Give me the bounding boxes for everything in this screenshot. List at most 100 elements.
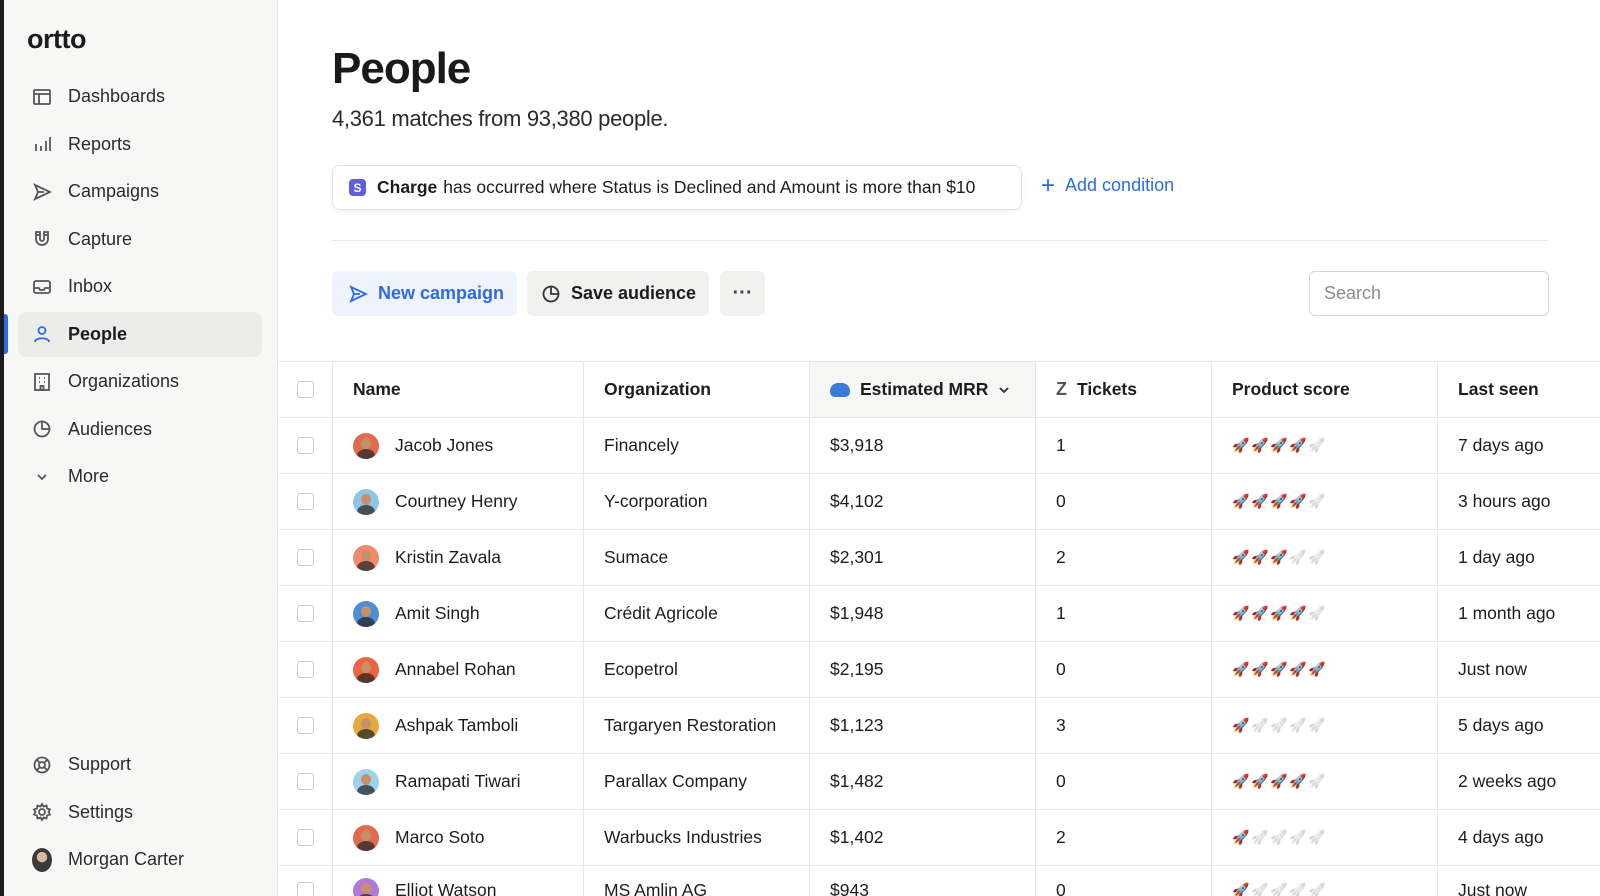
cell-mrr: $1,123 [810,698,1036,753]
rocket-icon: 🚀 [1308,829,1326,845]
sidebar-item-organizations[interactable]: Organizations [18,359,262,404]
cell-mrr: $4,102 [810,474,1036,529]
sidebar-item-people[interactable]: People [18,311,262,357]
search-input[interactable] [1324,283,1556,304]
sidebar-item-campaigns[interactable]: Campaigns [18,169,262,214]
table-row[interactable]: Ashpak Tamboli Targaryen Restoration $1,… [279,698,1600,754]
cell-organization: Sumace [584,530,810,585]
table-row[interactable]: Courtney Henry Y-corporation $4,102 0 🚀 🚀… [279,474,1600,530]
more-actions-button[interactable]: ··· [720,271,765,316]
product-score-rating: 🚀 🚀 🚀 🚀 🚀 [1232,717,1325,734]
avatar [353,712,379,739]
cell-name[interactable]: Amit Singh [333,586,584,641]
column-header-last-seen[interactable]: Last seen [1438,362,1600,417]
row-checkbox[interactable] [297,717,314,734]
bar-chart-icon [32,134,52,154]
cell-name[interactable]: Jacob Jones [333,418,584,473]
filter-condition-chip[interactable]: S Charge has occurred where Status is De… [332,165,1022,210]
sidebar: ortto Dashboards Reports Campaigns Captu… [0,0,278,896]
cell-name[interactable]: Ramapati Tiwari [333,754,584,809]
table-row[interactable]: Marco Soto Warbucks Industries $1,402 2 … [279,810,1600,866]
tickets-count: 1 [1056,603,1066,623]
rocket-icon: 🚀 [1308,882,1326,896]
row-checkbox[interactable] [297,437,314,454]
table-row[interactable]: Ramapati Tiwari Parallax Company $1,482 … [279,754,1600,810]
row-checkbox[interactable] [297,882,314,896]
tickets-count: 0 [1056,659,1066,679]
new-campaign-button[interactable]: New campaign [332,271,517,316]
sidebar-bottom-nav: Support Settings Morgan Carter [18,742,262,885]
cell-mrr: $1,482 [810,754,1036,809]
column-header-product-score[interactable]: Product score [1212,362,1438,417]
column-header-tickets[interactable]: Z Tickets [1036,362,1212,417]
rocket-icon: 🚀 [1270,493,1288,509]
column-header-name[interactable]: Name [333,362,584,417]
cell-name[interactable]: Elliot Watson [333,866,584,896]
rocket-icon: 🚀 [1289,549,1307,565]
row-checkbox[interactable] [297,493,314,510]
cell-name[interactable]: Courtney Henry [333,474,584,529]
save-audience-button[interactable]: Save audience [527,271,709,316]
app-logo[interactable]: ortto [27,24,86,55]
rocket-icon: 🚀 [1308,437,1326,453]
rocket-icon: 🚀 [1308,493,1326,509]
cell-name[interactable]: Kristin Zavala [333,530,584,585]
mrr-value: $4,102 [830,491,884,511]
sidebar-item-support[interactable]: Support [18,742,262,787]
sidebar-item-profile[interactable]: Morgan Carter [18,837,262,882]
row-checkbox[interactable] [297,549,314,566]
rocket-icon: 🚀 [1270,773,1288,789]
row-checkbox[interactable] [297,773,314,790]
save-audience-label: Save audience [571,283,697,303]
sidebar-item-more[interactable]: More [18,454,262,499]
row-checkbox[interactable] [297,661,314,678]
sidebar-item-reports[interactable]: Reports [18,122,262,167]
tickets-count: 1 [1056,435,1066,455]
table-row[interactable]: Jacob Jones Financely $3,918 1 🚀 🚀 🚀 🚀 🚀 7 d… [279,418,1600,474]
cell-product-score: 🚀 🚀 🚀 🚀 🚀 [1212,810,1438,865]
table-row[interactable]: Elliot Watson MS Amlin AG $943 0 🚀 🚀 🚀 🚀 🚀 J… [279,866,1600,896]
lifebuoy-icon [32,755,52,775]
cell-mrr: $1,948 [810,586,1036,641]
column-header-label: Name [353,379,401,399]
cell-organization: Crédit Agricole [584,586,810,641]
sidebar-item-audiences[interactable]: Audiences [18,407,262,452]
new-campaign-label: New campaign [378,283,505,303]
search-box[interactable] [1309,271,1556,316]
cell-name[interactable]: Marco Soto [333,810,584,865]
cell-organization: Targaryen Restoration [584,698,810,753]
rocket-icon: 🚀 [1232,605,1250,621]
column-header-organization[interactable]: Organization [584,362,810,417]
mrr-value: $1,482 [830,771,884,791]
add-condition-button[interactable]: + Add condition [1041,173,1174,197]
cell-name[interactable]: Ashpak Tamboli [333,698,584,753]
product-score-rating: 🚀 🚀 🚀 🚀 🚀 [1232,773,1325,790]
rocket-icon: 🚀 [1289,717,1307,733]
mrr-value: $2,301 [830,547,884,567]
row-checkbox[interactable] [297,829,314,846]
column-header-mrr[interactable]: Estimated MRR [810,362,1036,417]
table-row[interactable]: Amit Singh Crédit Agricole $1,948 1 🚀 🚀 🚀 🚀… [279,586,1600,642]
organization-name: Financely [604,435,679,455]
table-row[interactable]: Kristin Zavala Sumace $2,301 2 🚀 🚀 🚀 🚀 🚀 1 d… [279,530,1600,586]
rocket-icon: 🚀 [1289,661,1307,677]
sidebar-item-settings[interactable]: Settings [18,790,262,835]
pie-icon [32,419,52,439]
select-all-checkbox[interactable] [297,381,314,398]
sidebar-item-capture[interactable]: Capture [18,217,262,262]
rocket-icon: 🚀 [1270,717,1288,733]
rocket-icon: 🚀 [1251,549,1269,565]
rocket-icon: 🚀 [1308,661,1326,677]
last-seen-value: 1 day ago [1458,547,1535,567]
sidebar-item-dashboards[interactable]: Dashboards [18,74,262,119]
cell-product-score: 🚀 🚀 🚀 🚀 🚀 [1212,698,1438,753]
row-checkbox[interactable] [297,605,314,622]
avatar [353,432,379,459]
cell-product-score: 🚀 🚀 🚀 🚀 🚀 [1212,474,1438,529]
stripe-icon: S [349,179,366,196]
table-row[interactable]: Annabel Rohan Ecopetrol $2,195 0 🚀 🚀 🚀 🚀 🚀 J… [279,642,1600,698]
cell-tickets: 2 [1036,530,1212,585]
sidebar-item-inbox[interactable]: Inbox [18,264,262,309]
dashboard-icon [32,87,52,107]
cell-name[interactable]: Annabel Rohan [333,642,584,697]
